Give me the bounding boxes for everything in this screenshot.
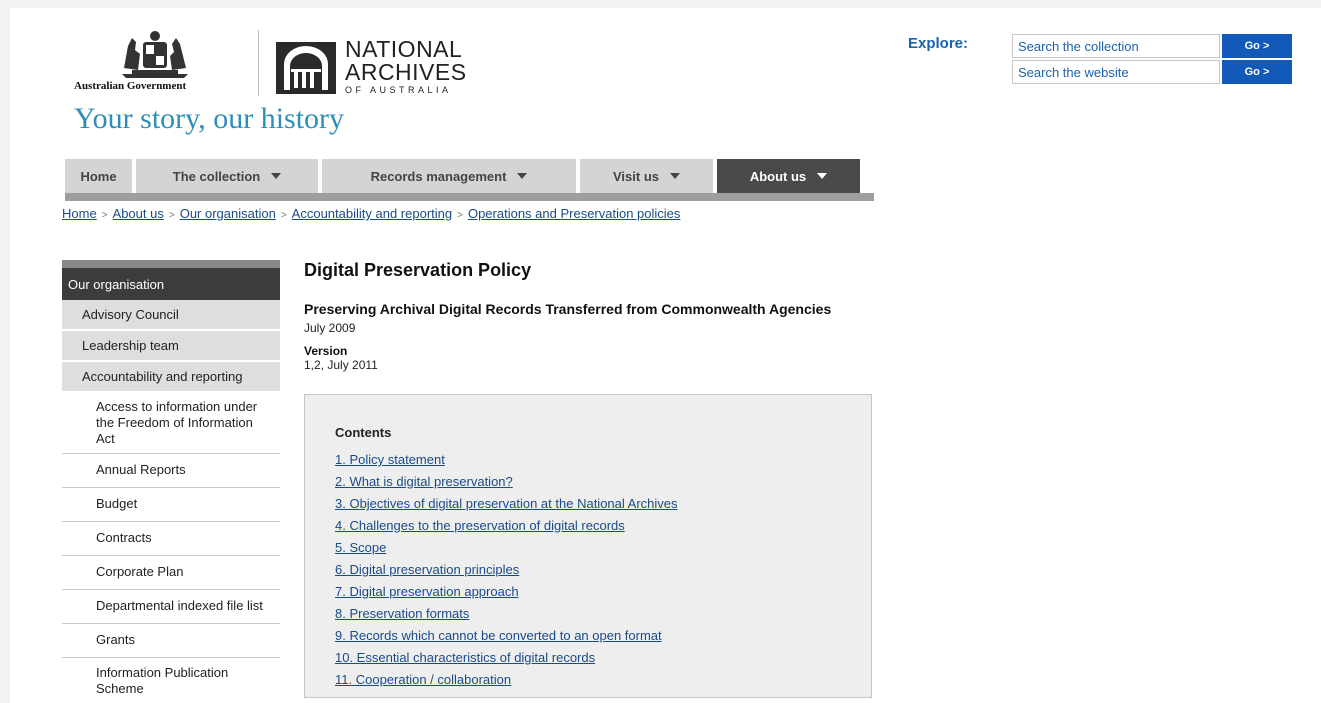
sidebar-subitem-foi[interactable]: Access to information under the Freedom … — [62, 393, 280, 454]
list-item: 1. Policy statement — [335, 452, 678, 474]
breadcrumb-separator: > — [168, 210, 175, 221]
publish-date: July 2009 — [304, 321, 356, 335]
breadcrumb-operations-policies[interactable]: Operations and Preservation policies — [468, 206, 680, 221]
breadcrumb-about-us[interactable]: About us — [113, 206, 164, 221]
search-collection-go-button[interactable]: Go > — [1222, 34, 1292, 58]
coat-of-arms-icon — [122, 31, 188, 78]
list-item: 11. Cooperation / collaboration — [335, 672, 678, 694]
government-name: Australian Government — [74, 80, 187, 92]
national-archives-wordmark: NATIONAL ARCHIVES OF AUSTRALIA — [345, 38, 467, 95]
nav-records-management[interactable]: Records management — [322, 159, 576, 193]
contents-link[interactable]: 7. Digital preservation approach — [335, 584, 519, 599]
contents-link[interactable]: 2. What is digital preservation? — [335, 474, 513, 489]
chevron-down-icon — [517, 173, 528, 179]
australian-government-logo[interactable]: Australian Government — [74, 28, 254, 92]
list-item: 4. Challenges to the preservation of dig… — [335, 518, 678, 540]
list-item: 10. Essential characteristics of digital… — [335, 650, 678, 672]
nav-about-us[interactable]: About us — [717, 159, 860, 193]
breadcrumb-separator: > — [101, 210, 108, 221]
breadcrumb-home[interactable]: Home — [62, 206, 97, 221]
list-item: 7. Digital preservation approach — [335, 584, 678, 606]
nav-home[interactable]: Home — [65, 159, 132, 193]
tagline: Your story, our history — [74, 102, 345, 135]
contents-link[interactable]: 1. Policy statement — [335, 452, 445, 467]
contents-link[interactable]: 4. Challenges to the preservation of dig… — [335, 518, 625, 533]
sidebar-item-accountability[interactable]: Accountability and reporting — [62, 362, 280, 393]
sidebar-item-leadership-team[interactable]: Leadership team — [62, 331, 280, 362]
page-subtitle: Preserving Archival Digital Records Tran… — [304, 301, 832, 317]
nav-label: Visit us — [612, 168, 659, 184]
chevron-down-icon — [817, 173, 828, 179]
breadcrumb: Home > About us > Our organisation > Accountab… — [62, 206, 852, 224]
nav-label: The collection — [172, 168, 261, 184]
contents-link[interactable]: 5. Scope — [335, 540, 386, 555]
breadcrumb-accountability[interactable]: Accountability and reporting — [292, 206, 452, 221]
search-website-input[interactable] — [1012, 60, 1220, 84]
contents-title: Contents — [335, 425, 392, 440]
main-content: Digital Preservation Policy Preserving A… — [304, 260, 1024, 372]
contents-link[interactable]: 8. Preservation formats — [335, 606, 469, 621]
search-website-go-button[interactable]: Go > — [1222, 60, 1292, 84]
sidebar-top-bar — [62, 260, 280, 268]
list-item: 5. Scope — [335, 540, 678, 562]
contents-list: 1. Policy statement 2. What is digital p… — [335, 452, 678, 694]
main-nav: Home The collection Records management V… — [65, 159, 864, 193]
breadcrumb-separator: > — [457, 210, 463, 221]
contents-link[interactable]: 3. Objectives of digital preservation at… — [335, 496, 678, 511]
sidebar-subitem-indexed-file-list[interactable]: Departmental indexed file list — [62, 590, 280, 624]
nav-underline — [65, 193, 874, 201]
logo-divider — [258, 30, 259, 96]
contents-link[interactable]: 11. Cooperation / collaboration — [335, 672, 511, 687]
sidebar-item-advisory-council[interactable]: Advisory Council — [62, 300, 280, 331]
sidebar-subitem-annual-reports[interactable]: Annual Reports — [62, 454, 280, 488]
naa-line-3: OF AUSTRALIA — [345, 85, 452, 95]
sidebar-subitem-corporate-plan[interactable]: Corporate Plan — [62, 556, 280, 590]
sidebar: Our organisation Advisory Council Leader… — [62, 260, 280, 703]
search-collection-row: Go > — [1012, 34, 1292, 58]
page: Australian Government NATIONAL ARCHIVES … — [10, 8, 1321, 703]
sidebar-heading[interactable]: Our organisation — [62, 268, 280, 300]
search-collection-input[interactable] — [1012, 34, 1220, 58]
list-item: 9. Records which cannot be converted to … — [335, 628, 678, 650]
nav-label: About us — [749, 168, 807, 184]
naa-line-1: NATIONAL — [345, 36, 463, 62]
page-title: Digital Preservation Policy — [304, 260, 532, 280]
sidebar-subitem-budget[interactable]: Budget — [62, 488, 280, 522]
contents-link[interactable]: 9. Records which cannot be converted to … — [335, 628, 662, 643]
nav-label: Home — [80, 168, 117, 184]
sidebar-subitem-grants[interactable]: Grants — [62, 624, 280, 658]
contents-box: Contents 1. Policy statement 2. What is … — [304, 394, 872, 698]
search-website-row: Go > — [1012, 60, 1292, 84]
list-item: 6. Digital preservation principles — [335, 562, 678, 584]
naa-line-2: ARCHIVES — [345, 59, 467, 85]
contents-link[interactable]: 6. Digital preservation principles — [335, 562, 519, 577]
nav-label: Records management — [370, 168, 507, 184]
chevron-down-icon — [271, 173, 282, 179]
list-item: 2. What is digital preservation? — [335, 474, 678, 496]
version-label: Version — [304, 344, 348, 358]
contents-link[interactable]: 10. Essential characteristics of digital… — [335, 650, 595, 665]
chevron-down-icon — [670, 173, 680, 179]
breadcrumb-our-organisation[interactable]: Our organisation — [180, 206, 276, 221]
national-archives-icon[interactable] — [276, 42, 336, 94]
nav-the-collection[interactable]: The collection — [136, 159, 318, 193]
explore-label: Explore: — [908, 35, 969, 52]
list-item: 8. Preservation formats — [335, 606, 678, 628]
sidebar-subitem-ips[interactable]: Information Publication Scheme — [62, 658, 280, 703]
sidebar-subitem-contracts[interactable]: Contracts — [62, 522, 280, 556]
version-value: 1,2, July 2011 — [304, 358, 378, 372]
nav-visit-us[interactable]: Visit us — [580, 159, 713, 193]
list-item: 3. Objectives of digital preservation at… — [335, 496, 678, 518]
breadcrumb-separator: > — [280, 210, 287, 221]
